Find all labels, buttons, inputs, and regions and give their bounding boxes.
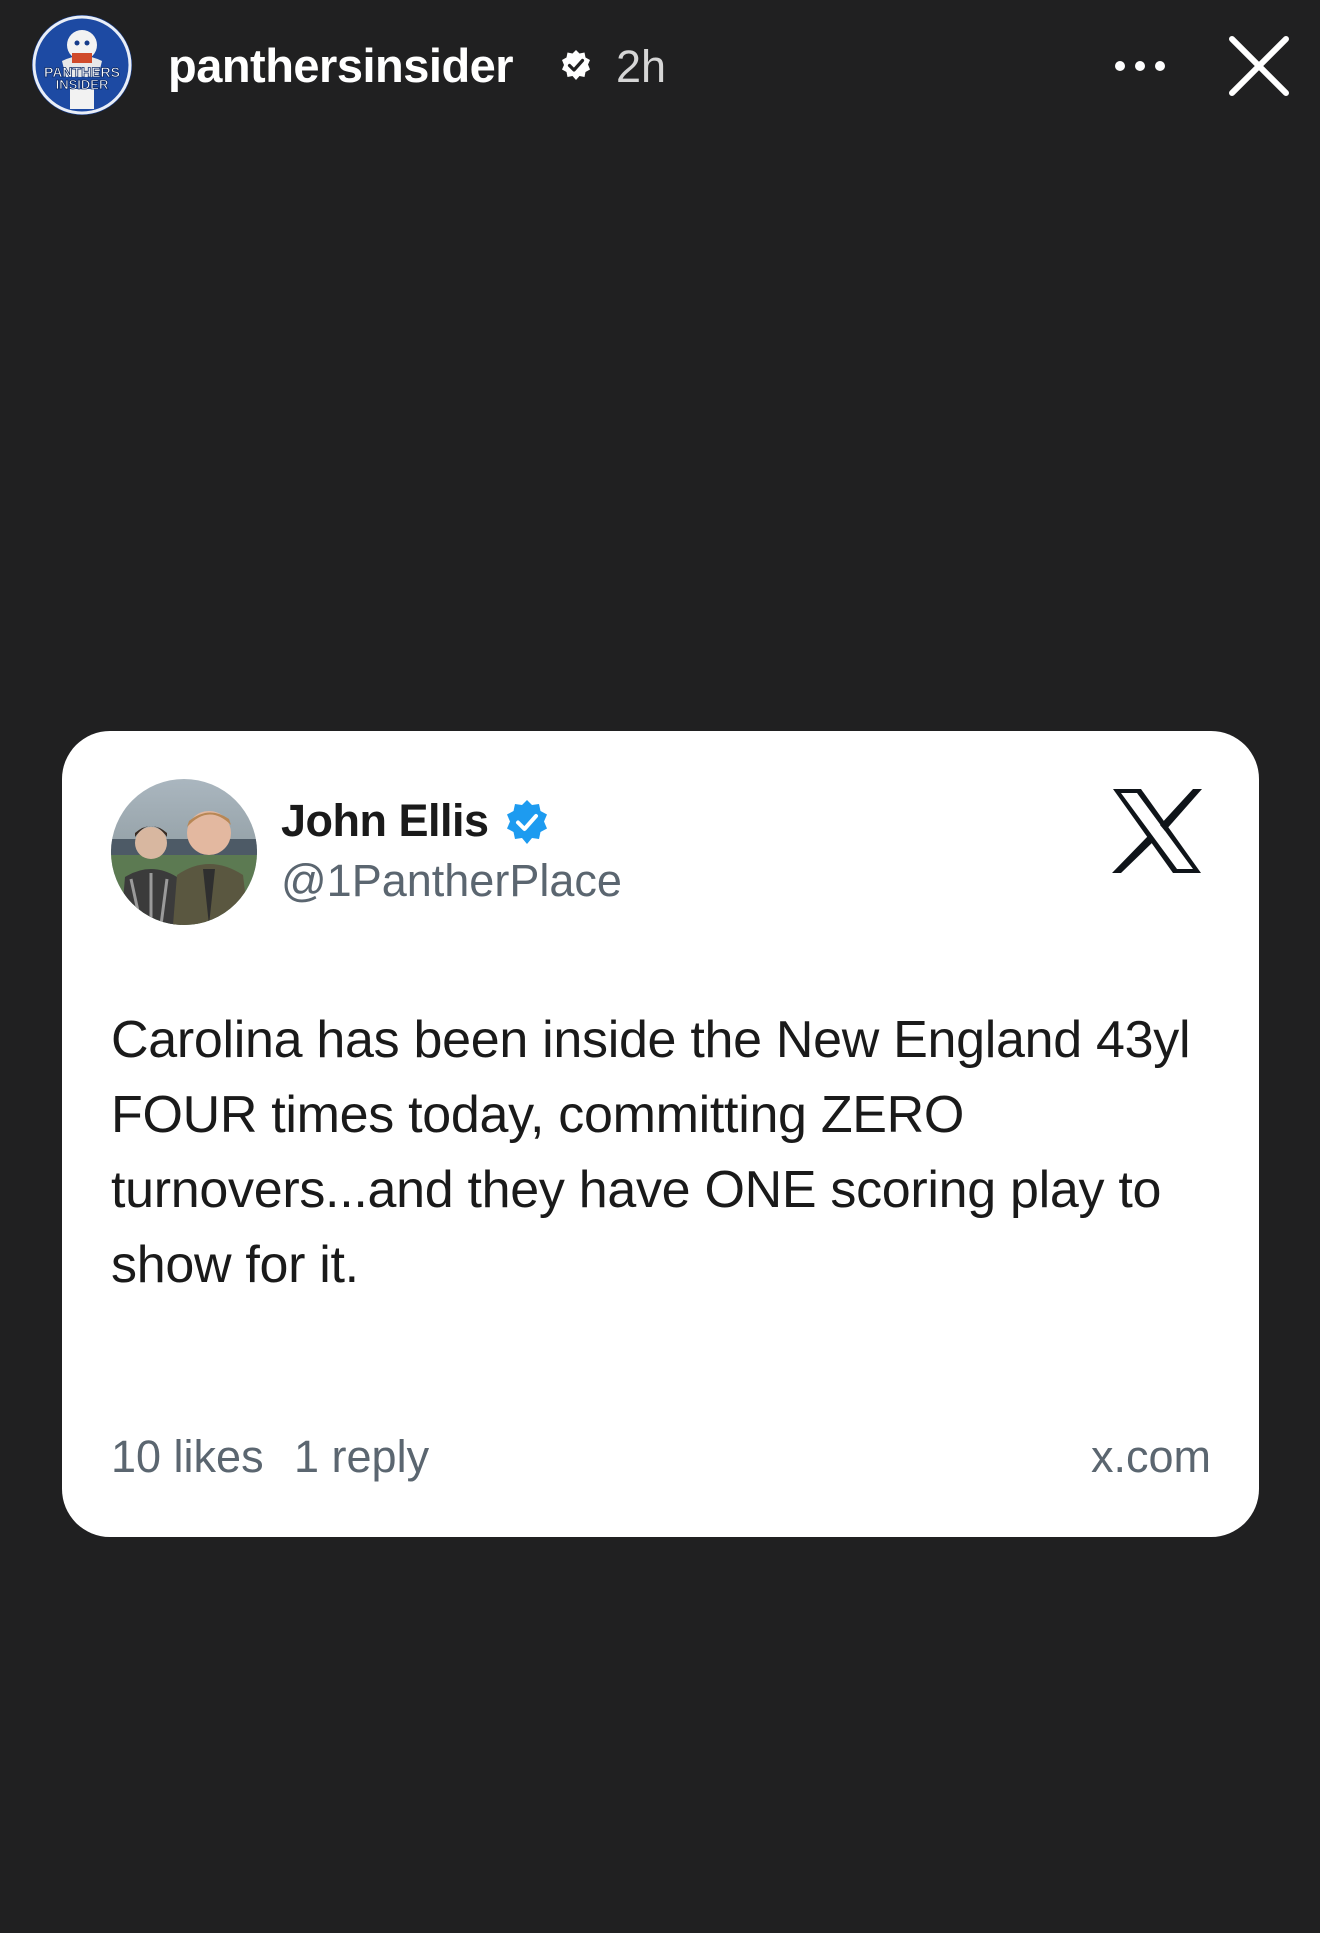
story-header: PANTHERS INSIDER panthersinsider 2h — [0, 0, 1320, 135]
close-icon — [1229, 36, 1289, 96]
account-username[interactable]: panthersinsider — [168, 36, 514, 96]
author-handle[interactable]: @1PantherPlace — [281, 853, 622, 909]
post-timestamp: 2h — [616, 41, 667, 92]
author-photo-icon — [111, 779, 257, 925]
more-dots-icon — [1115, 61, 1165, 71]
tweet-card[interactable]: John Ellis @1PantherPlace Carolina has b… — [62, 731, 1259, 1537]
panthers-insider-logo-icon: PANTHERS INSIDER — [32, 15, 132, 115]
tweet-footer: 10 likes 1 reply x.com — [111, 1428, 1211, 1488]
verified-blue-badge-icon — [507, 800, 547, 844]
tweet-text: Carolina has been inside the New England… — [111, 1011, 1191, 1294]
account-avatar[interactable]: PANTHERS INSIDER — [32, 15, 132, 115]
replies-count[interactable]: 1 reply — [294, 1428, 429, 1486]
verified-badge-icon — [562, 50, 590, 80]
close-button[interactable] — [1226, 33, 1292, 99]
likes-count[interactable]: 10 likes — [111, 1428, 264, 1486]
author-name[interactable]: John Ellis — [281, 793, 489, 849]
author-avatar[interactable] — [111, 779, 257, 925]
source-domain-link[interactable]: x.com — [1091, 1428, 1211, 1486]
logo-text-line2: INSIDER — [56, 77, 109, 92]
x-logo-icon[interactable] — [1109, 787, 1205, 875]
more-options-button[interactable] — [1110, 42, 1170, 90]
